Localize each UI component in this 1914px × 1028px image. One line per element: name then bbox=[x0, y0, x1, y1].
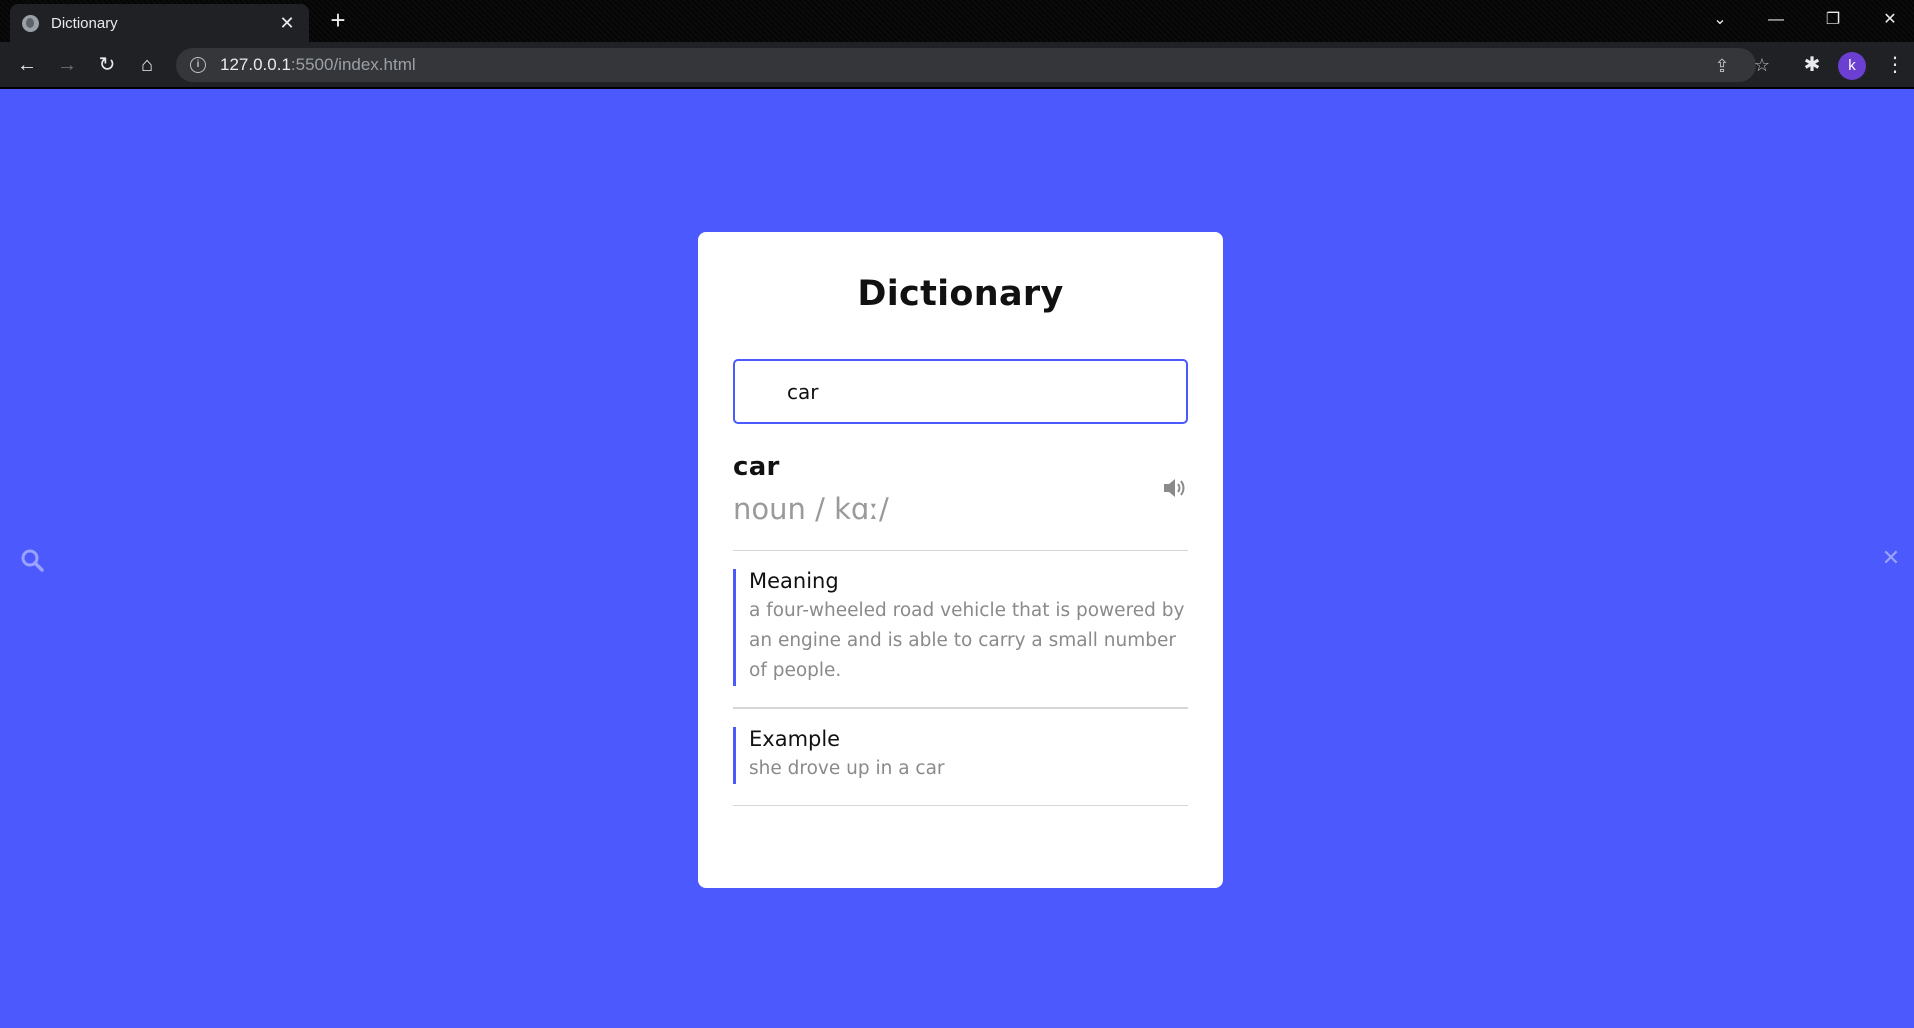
divider bbox=[733, 707, 1188, 709]
new-tab-button[interactable]: + bbox=[324, 6, 352, 34]
meaning-heading: Meaning bbox=[749, 569, 839, 593]
url-path: :5500/index.html bbox=[290, 55, 416, 74]
address-bar[interactable]: i 127.0.0.1:5500/index.html ⇪ ☆ bbox=[176, 48, 1770, 82]
word-phonetic: noun / kɑː/ bbox=[733, 492, 889, 526]
speaker-icon[interactable] bbox=[1162, 476, 1188, 500]
extensions-icon[interactable]: ✱ bbox=[1797, 50, 1827, 80]
home-icon[interactable]: ⌂ bbox=[132, 50, 162, 80]
tab-close-icon[interactable]: ✕ bbox=[277, 13, 297, 34]
page-title: Dictionary bbox=[857, 274, 1064, 314]
profile-avatar[interactable]: k bbox=[1838, 52, 1866, 80]
close-icon[interactable]: ✕ bbox=[1880, 548, 1902, 570]
example-heading: Example bbox=[749, 726, 841, 751]
tab-search-icon[interactable]: ⌄ bbox=[1700, 4, 1740, 36]
word-header: car noun / kɑː/ bbox=[733, 452, 1188, 551]
reload-icon[interactable]: ↻ bbox=[92, 50, 122, 80]
search-input[interactable] bbox=[787, 379, 1186, 404]
meaning-text: a four-wheeled road vehicle that is powe… bbox=[749, 600, 1185, 681]
search-box[interactable] bbox=[733, 359, 1188, 424]
tab-title: Dictionary bbox=[51, 14, 118, 32]
menu-icon[interactable]: ⋮ bbox=[1880, 50, 1910, 80]
bookmark-star-icon[interactable]: ☆ bbox=[1752, 55, 1772, 75]
dictionary-card: Dictionary car noun / kɑː/ Meaning a fou… bbox=[698, 232, 1223, 888]
forward-icon[interactable]: → bbox=[52, 50, 82, 80]
url-host: 127.0.0.1 bbox=[220, 55, 291, 74]
minimize-icon[interactable]: — bbox=[1756, 4, 1796, 36]
word-title: car bbox=[733, 452, 780, 482]
browser-tab-strip: Dictionary ✕ + ⌄ — ❐ ✕ bbox=[0, 0, 1914, 42]
page-background: ✕ Dictionary car noun / kɑː/ Meaning a f… bbox=[0, 89, 1914, 1028]
share-icon[interactable]: ⇪ bbox=[1712, 56, 1732, 76]
restore-icon[interactable]: ❐ bbox=[1813, 4, 1853, 36]
browser-toolbar: ← → ↻ ⌂ i 127.0.0.1:5500/index.html ⇪ ☆ … bbox=[0, 42, 1914, 88]
example-text: she drove up in a car bbox=[749, 757, 945, 779]
globe-icon bbox=[22, 14, 39, 32]
meaning-section: Meaning a four-wheeled road vehicle that… bbox=[733, 569, 1188, 686]
divider bbox=[733, 804, 1188, 806]
search-icon[interactable] bbox=[20, 548, 44, 572]
browser-tab[interactable]: Dictionary ✕ bbox=[10, 4, 309, 42]
back-icon[interactable]: ← bbox=[12, 50, 42, 80]
window-close-icon[interactable]: ✕ bbox=[1870, 4, 1910, 36]
site-info-icon[interactable]: i bbox=[190, 57, 206, 73]
example-section: Example she drove up in a car bbox=[733, 726, 1188, 784]
